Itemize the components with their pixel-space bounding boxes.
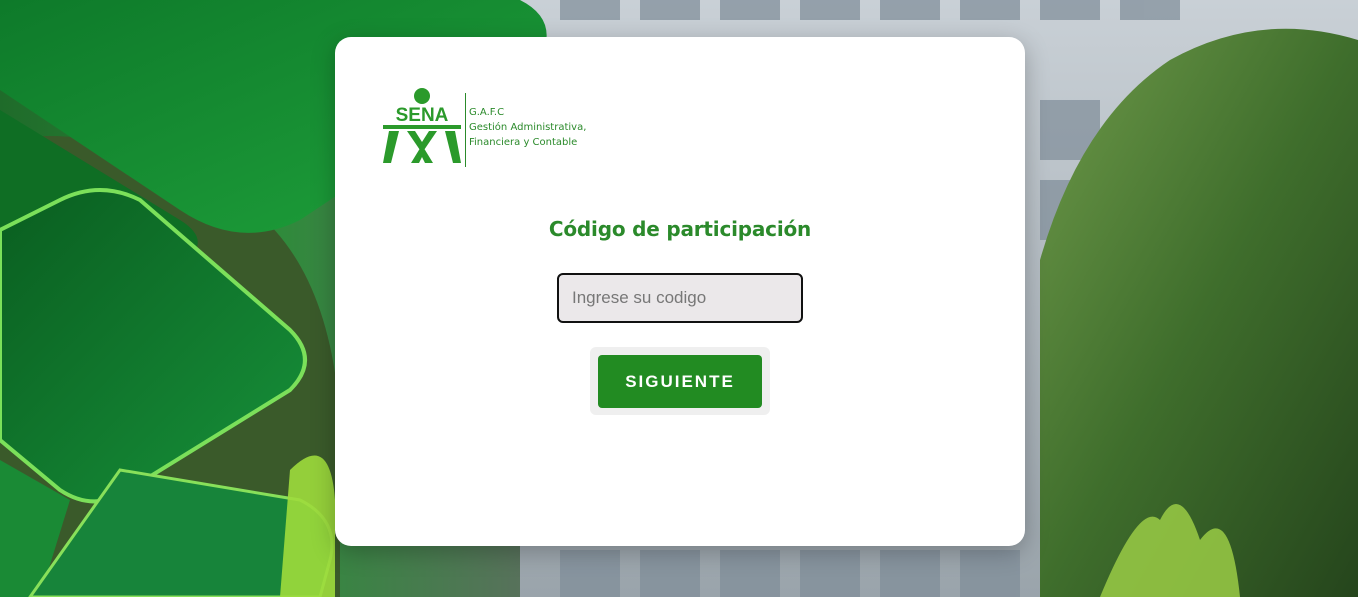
logo-text: G.A.F.C Gestión Administrativa, Financie… — [469, 105, 586, 150]
logo-brand-text: SENA — [396, 105, 449, 126]
logo-line-3: Financiera y Contable — [469, 137, 578, 148]
next-button[interactable]: SIGUIENTE — [598, 355, 762, 408]
logo-line-1: G.A.F.C — [469, 107, 505, 118]
submit-button-wrapper: SIGUIENTE — [590, 347, 770, 415]
form-title: Código de participación — [548, 217, 812, 241]
logo-line-2: Gestión Administrativa, — [469, 122, 587, 133]
login-card: SENA G.A.F.C Gestión Administrativa, Fin… — [335, 37, 1025, 546]
sena-logo: SENA G.A.F.C Gestión Administrativa, Fin… — [381, 87, 611, 169]
logo-divider — [465, 93, 466, 167]
sena-logo-icon: SENA — [383, 88, 461, 163]
participation-code-input[interactable] — [557, 273, 803, 323]
